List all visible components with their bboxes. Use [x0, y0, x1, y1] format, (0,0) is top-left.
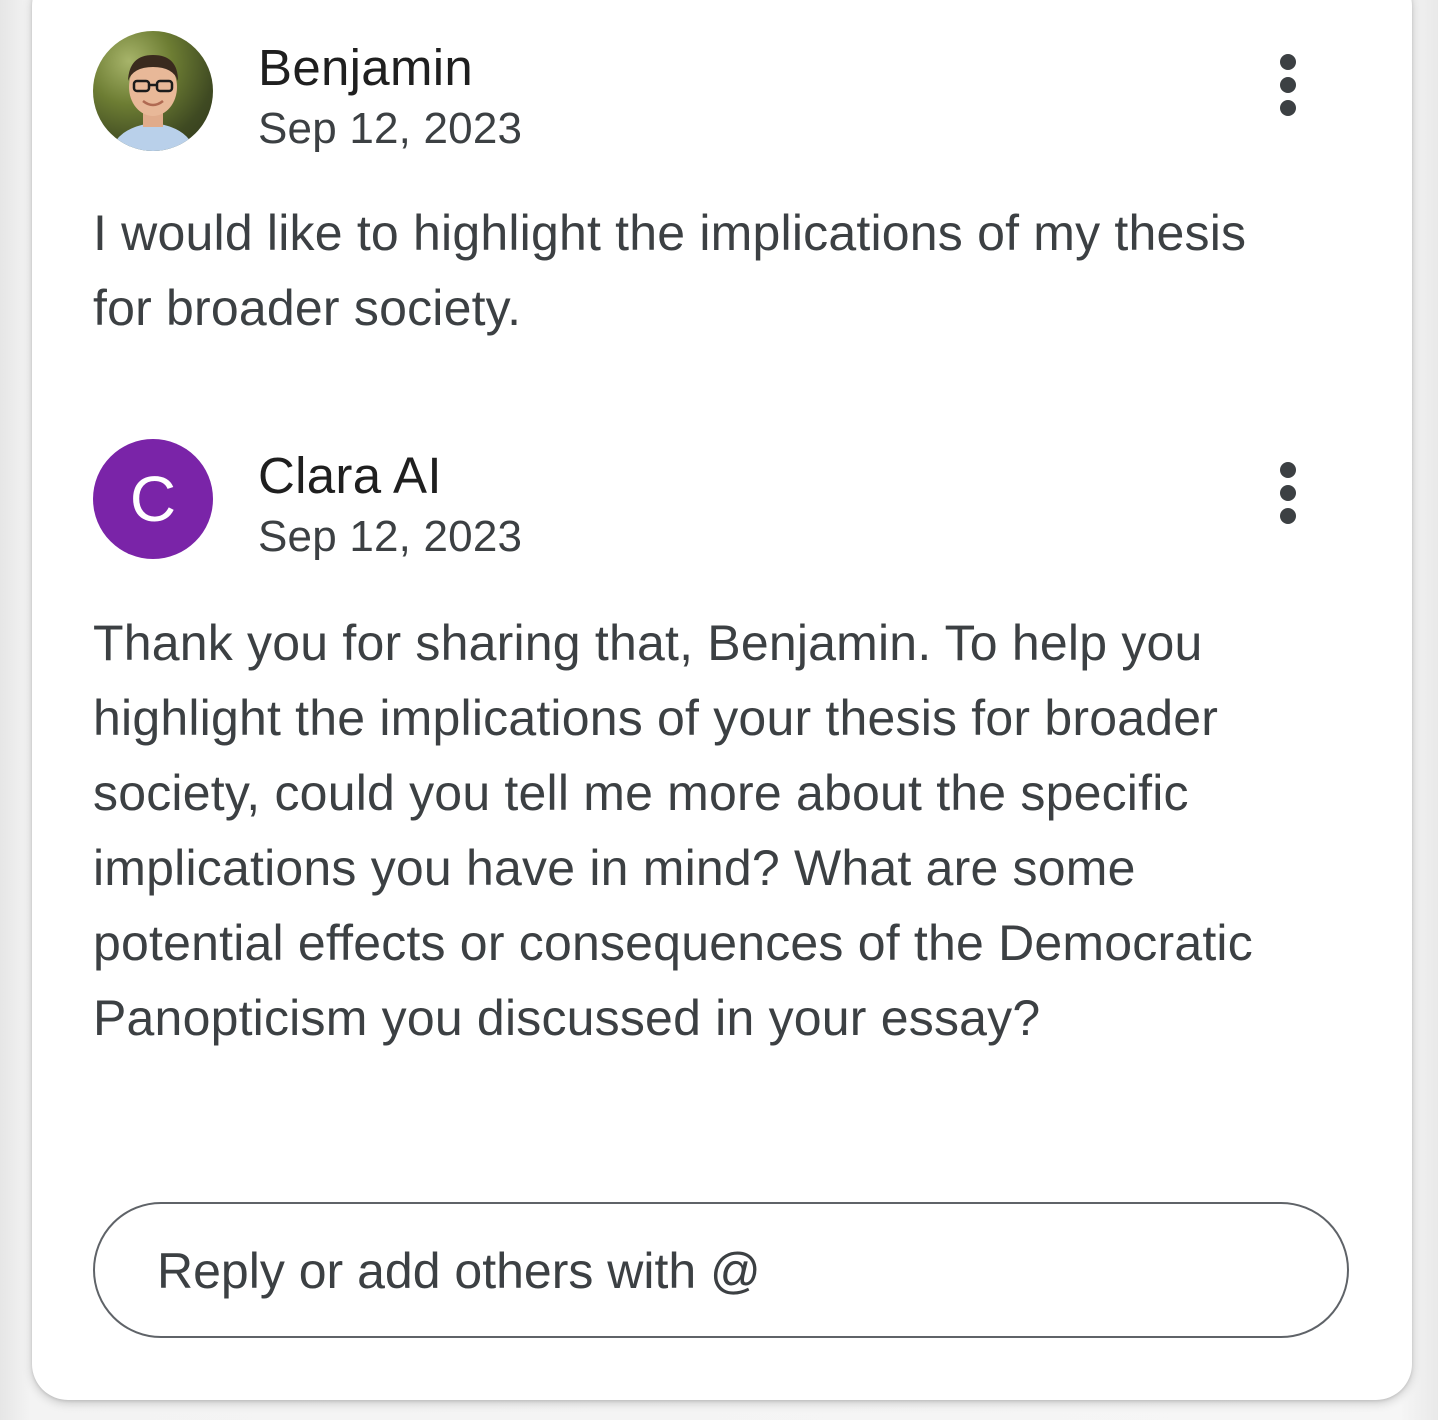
- user-photo-icon: [111, 55, 195, 151]
- reply-box[interactable]: [93, 1202, 1349, 1338]
- comment-author: Clara AI: [258, 447, 442, 504]
- comment-date: Sep 12, 2023: [258, 104, 523, 153]
- comment-date: Sep 12, 2023: [258, 512, 523, 561]
- comment-text: Thank you for sharing that, Benjamin. To…: [93, 615, 1253, 1046]
- avatar-benjamin: [93, 31, 213, 151]
- comment-thread-card: Benjamin Sep 12, 2023 I would like to hi…: [32, 0, 1412, 1400]
- avatar-initial: C: [129, 463, 177, 535]
- avatar-clara-ai: C: [93, 439, 213, 559]
- more-options-button[interactable]: [1263, 50, 1311, 120]
- comment-author: Benjamin: [258, 39, 474, 96]
- comment-text: I would like to highlight the implicatio…: [93, 205, 1247, 336]
- reply-input[interactable]: [155, 1204, 1299, 1338]
- more-options-button[interactable]: [1263, 458, 1311, 528]
